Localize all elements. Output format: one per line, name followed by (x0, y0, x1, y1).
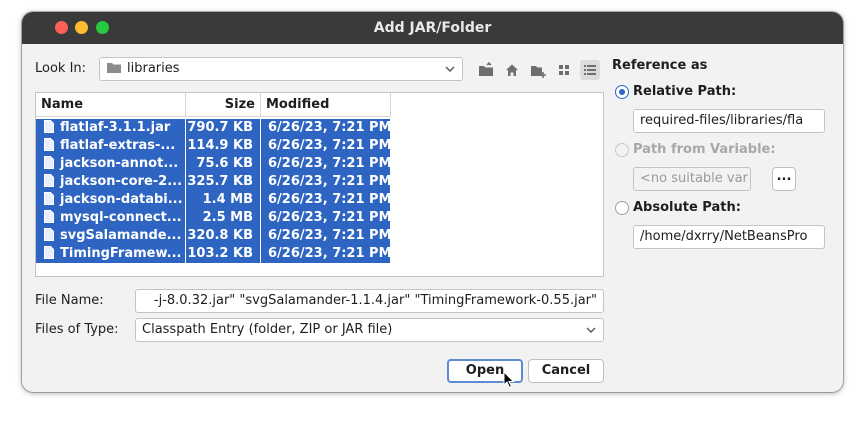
add-jar-folder-dialog: Add JAR/Folder Look In: libraries Name S… (22, 12, 843, 392)
details-view-icon (584, 65, 596, 75)
file-name-text: jackson-databi... (60, 192, 183, 207)
chevron-down-icon (586, 327, 596, 333)
browse-variable-button[interactable]: ... (772, 167, 796, 191)
file-modified-cell: 6/26/23, 7:21 PM (260, 245, 390, 263)
file-size-cell: 1.4 MB (185, 191, 260, 209)
files-of-type-combo[interactable]: Classpath Entry (folder, ZIP or JAR file… (135, 318, 604, 342)
file-modified-cell: 6/26/23, 7:21 PM (260, 155, 390, 173)
window-title: Add JAR/Folder (373, 20, 492, 36)
table-row[interactable]: jackson-core-2... 325.7 KB 6/26/23, 7:21 P… (36, 173, 390, 191)
file-name-cell: flatlaf-extras-... (36, 137, 185, 155)
file-modified-cell: 6/26/23, 7:21 PM (260, 209, 390, 227)
cancel-button[interactable]: Cancel (528, 359, 604, 383)
file-name-text: TimingFramew... (60, 246, 182, 261)
close-window-button[interactable] (55, 21, 68, 34)
file-size-cell: 103.2 KB (185, 245, 260, 263)
path-from-variable-radio[interactable] (615, 143, 629, 157)
folder-icon (107, 63, 121, 73)
table-row[interactable]: TimingFramew... 103.2 KB 6/26/23, 7:21 PM (36, 245, 390, 263)
home-icon (506, 64, 518, 76)
new-folder-button[interactable] (528, 60, 548, 80)
file-size-cell: 75.6 KB (185, 155, 260, 173)
file-name-input[interactable]: -j-8.0.32.jar" "svgSalamander-1.1.4.jar"… (135, 289, 604, 313)
file-size-cell: 2.5 MB (185, 209, 260, 227)
title-bar: Add JAR/Folder (22, 12, 843, 44)
look-in-value: libraries (127, 61, 180, 76)
file-name-cell: jackson-core-2... (36, 173, 185, 191)
file-name-cell: TimingFramew... (36, 245, 185, 263)
relative-path-radio[interactable] (615, 85, 629, 99)
column-header-size[interactable]: Size (186, 93, 261, 117)
file-list[interactable]: Name Size Modified flatlaf-3.1.1.jar 790.… (35, 92, 604, 277)
details-view-button[interactable] (580, 60, 600, 80)
file-modified-cell: 6/26/23, 7:21 PM (260, 119, 390, 137)
file-icon (44, 228, 54, 241)
variable-select[interactable]: <no suitable var (633, 167, 751, 191)
look-in-label: Look In: (35, 61, 87, 76)
look-in-combo[interactable]: libraries (99, 57, 463, 81)
file-name-cell: mysql-connect... (36, 209, 185, 227)
minimize-window-button[interactable] (75, 21, 88, 34)
file-name-text: flatlaf-3.1.1.jar (60, 120, 171, 135)
zoom-window-button[interactable] (96, 21, 109, 34)
file-icon (44, 246, 54, 259)
file-name-text: flatlaf-extras-... (60, 138, 176, 153)
absolute-path-radio[interactable] (615, 201, 629, 215)
relative-path-value: required-files/libraries/fla (640, 113, 804, 128)
new-folder-icon (531, 66, 546, 78)
relative-path-field[interactable]: required-files/libraries/fla (633, 109, 825, 133)
chevron-down-icon (445, 66, 455, 72)
files-of-type-value: Classpath Entry (folder, ZIP or JAR file… (142, 322, 393, 337)
absolute-path-value: /home/dxrry/NetBeansPro (640, 229, 808, 244)
absolute-path-field[interactable]: /home/dxrry/NetBeansPro (633, 225, 825, 249)
file-size-cell: 325.7 KB (185, 173, 260, 191)
variable-value: <no suitable var (640, 171, 748, 186)
file-modified-cell: 6/26/23, 7:21 PM (260, 173, 390, 191)
file-name-cell: jackson-databi... (36, 191, 185, 209)
file-name-text: jackson-annot... (60, 156, 179, 171)
up-folder-icon (479, 62, 493, 76)
file-name-cell: jackson-annot... (36, 155, 185, 173)
up-folder-button[interactable] (476, 60, 496, 80)
absolute-path-label[interactable]: Absolute Path: (633, 200, 741, 215)
file-name-text: mysql-connect... (60, 210, 182, 225)
list-view-icon (559, 65, 569, 75)
file-size-cell: 114.9 KB (185, 137, 260, 155)
file-name-text: jackson-core-2... (60, 174, 183, 189)
table-row[interactable]: svgSalamande... 320.8 KB 6/26/23, 7:21 PM (36, 227, 390, 245)
file-icon (44, 120, 54, 133)
file-size-cell: 790.7 KB (185, 119, 260, 137)
table-row[interactable]: flatlaf-extras-... 114.9 KB 6/26/23, 7:21 … (36, 137, 390, 155)
column-header-modified[interactable]: Modified (261, 93, 391, 117)
file-icon (44, 156, 54, 169)
file-icon (44, 192, 54, 205)
file-name-cell: flatlaf-3.1.1.jar (36, 119, 185, 137)
file-icon (44, 138, 54, 151)
file-name-text: svgSalamande... (60, 228, 182, 243)
mouse-cursor-icon (503, 371, 515, 389)
table-row[interactable]: jackson-databi... 1.4 MB 6/26/23, 7:21 PM (36, 191, 390, 209)
file-modified-cell: 6/26/23, 7:21 PM (260, 227, 390, 245)
reference-as-title: Reference as (612, 58, 708, 73)
file-name-label: File Name: (35, 293, 104, 308)
home-button[interactable] (502, 60, 522, 80)
file-name-cell: svgSalamande... (36, 227, 185, 245)
files-of-type-label: Files of Type: (35, 322, 119, 337)
file-icon (44, 174, 54, 187)
table-row[interactable]: flatlaf-3.1.1.jar 790.7 KB 6/26/23, 7:21 P… (36, 119, 390, 137)
file-icon (44, 210, 54, 223)
path-from-variable-label[interactable]: Path from Variable: (633, 142, 776, 157)
list-view-button[interactable] (554, 60, 574, 80)
table-row[interactable]: mysql-connect... 2.5 MB 6/26/23, 7:21 PM (36, 209, 390, 227)
file-modified-cell: 6/26/23, 7:21 PM (260, 191, 390, 209)
relative-path-label[interactable]: Relative Path: (633, 84, 736, 99)
file-name-value: -j-8.0.32.jar" "svgSalamander-1.1.4.jar"… (153, 293, 597, 308)
file-modified-cell: 6/26/23, 7:21 PM (260, 137, 390, 155)
table-row[interactable]: jackson-annot... 75.6 KB 6/26/23, 7:21 PM (36, 155, 390, 173)
file-size-cell: 320.8 KB (185, 227, 260, 245)
column-header-name[interactable]: Name (36, 93, 186, 117)
